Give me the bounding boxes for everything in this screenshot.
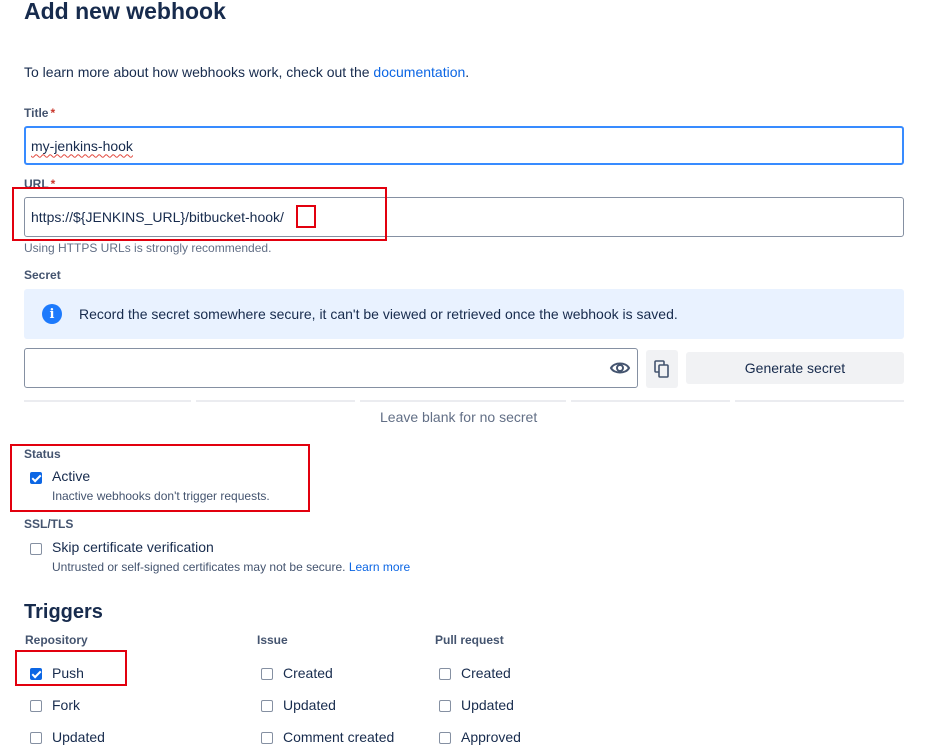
copy-secret-button[interactable] xyxy=(646,350,678,388)
url-help-text: Using HTTPS URLs is strongly recommended… xyxy=(24,241,272,255)
repository-fork-checkbox[interactable] xyxy=(30,700,42,712)
pull-request-approved-label: Approved xyxy=(461,729,521,745)
secret-strength-segment xyxy=(196,400,355,402)
repository-updated-label: Updated xyxy=(52,729,105,745)
secret-strength-segment xyxy=(360,400,566,402)
pull-request-approved-checkbox[interactable] xyxy=(439,732,451,744)
annotation-box-push xyxy=(15,650,127,686)
secret-strength-segment xyxy=(571,400,730,402)
copy-icon xyxy=(654,360,669,378)
secret-strength-segment xyxy=(735,400,904,402)
annotation-box-url xyxy=(12,187,387,241)
annotation-box-trailing-slash xyxy=(296,205,316,228)
secret-help-text: Leave blank for no secret xyxy=(380,409,538,425)
pull-request-updated-checkbox[interactable] xyxy=(439,700,451,712)
documentation-link[interactable]: documentation xyxy=(373,64,465,80)
issue-updated-checkbox[interactable] xyxy=(261,700,273,712)
issue-created-checkbox[interactable] xyxy=(261,668,273,680)
repository-fork-label: Fork xyxy=(52,697,80,713)
issue-comment-created-label: Comment created xyxy=(283,729,395,745)
issue-comment-created-checkbox[interactable] xyxy=(261,732,273,744)
annotation-box-status xyxy=(10,444,310,512)
title-input[interactable]: my-jenkins-hook xyxy=(24,126,904,165)
triggers-heading: Triggers xyxy=(24,601,103,623)
skip-cert-checkbox-label: Skip certificate verification xyxy=(52,539,214,555)
pull-request-column-label: Pull request xyxy=(435,633,504,647)
pull-request-updated-label: Updated xyxy=(461,697,514,713)
title-label: Title * xyxy=(24,106,56,120)
issue-created-label: Created xyxy=(283,665,333,681)
generate-secret-button[interactable]: Generate secret xyxy=(686,352,904,384)
repository-updated-checkbox[interactable] xyxy=(30,732,42,744)
issue-updated-label: Updated xyxy=(283,697,336,713)
learn-more-link[interactable]: Learn more xyxy=(349,560,410,574)
secret-strength-segment xyxy=(24,400,191,402)
ssl-tls-label: SSL/TLS xyxy=(24,517,74,531)
pull-request-created-checkbox[interactable] xyxy=(439,668,451,680)
secret-info-text: Record the secret somewhere secure, it c… xyxy=(79,306,678,322)
pull-request-created-label: Created xyxy=(461,665,511,681)
page-title: Add new webhook xyxy=(24,0,226,24)
title-input-value: my-jenkins-hook xyxy=(31,137,133,154)
secret-input[interactable] xyxy=(24,348,638,388)
info-icon: i xyxy=(42,304,62,324)
eye-icon[interactable] xyxy=(609,358,631,378)
skip-cert-help-text: Untrusted or self-signed certificates ma… xyxy=(52,560,411,574)
secret-label: Secret xyxy=(24,268,61,282)
issue-column-label: Issue xyxy=(257,633,288,647)
skip-cert-checkbox[interactable] xyxy=(30,543,42,555)
secret-info-banner: i Record the secret somewhere secure, it… xyxy=(24,289,904,339)
repository-column-label: Repository xyxy=(25,633,88,647)
intro-text: To learn more about how webhooks work, c… xyxy=(24,64,470,80)
